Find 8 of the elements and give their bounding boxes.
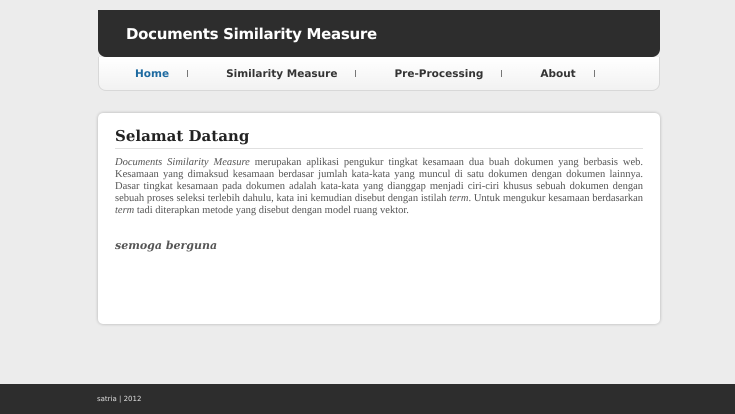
- intro-paragraph: Documents Similarity Measure merupakan aplikasi pengukur tingkat kesamaan dua buah dokumen yang berbasis web. Kesamaan yang dimaksud kesamaan berdasar jumlah kata-kata yang muncul di satu dokumen dengan dokumen lainnya. Dasar tingkat kesamaan pada dokumen adalah kata-kata yang dianggap menjadi ciri-ciri khusus sebuah dokumen dengan sebuah proses seleksi terlebih dahulu, kata ini kemudian disebut dengan istilah term. Untuk mengukur kesamaan berdasarkan term tadi diterapkan metode yang disebut dengan model ruang vektor.: [115, 157, 643, 217]
- nav-link[interactable]: Similarity Measure: [226, 68, 338, 80]
- site-title: Documents Similarity Measure: [126, 24, 377, 42]
- nav-link[interactable]: About: [540, 68, 576, 80]
- nav-link[interactable]: Pre-Processing: [394, 68, 484, 80]
- nav-link[interactable]: Home: [135, 68, 170, 80]
- closing-text: semoga berguna: [115, 239, 218, 252]
- section-heading: Selamat Datang: [115, 127, 643, 149]
